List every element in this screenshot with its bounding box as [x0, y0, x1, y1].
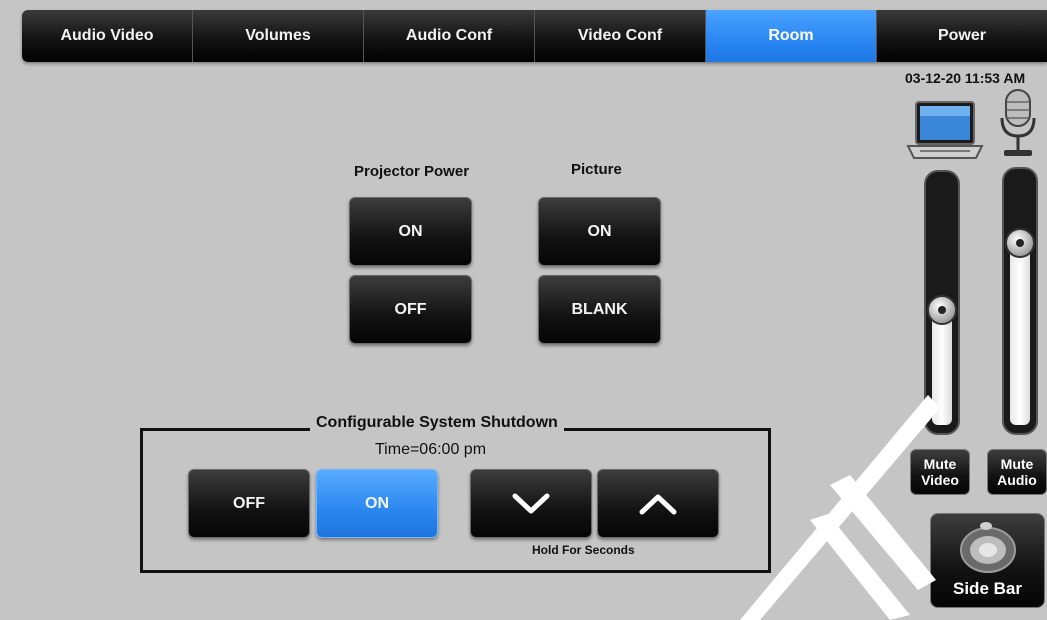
- chevron-down-icon: [512, 493, 550, 513]
- datetime-display: 03-12-20 11:53 AM: [905, 70, 1026, 86]
- projector-off-button[interactable]: OFF: [349, 275, 472, 344]
- projector-on-button[interactable]: ON: [349, 197, 472, 266]
- tab-volumes[interactable]: Volumes: [193, 10, 364, 62]
- chevron-up-icon: [639, 494, 677, 514]
- tab-audio-video[interactable]: Audio Video: [22, 10, 193, 62]
- laptop-icon: [906, 101, 984, 159]
- picture-on-button[interactable]: ON: [538, 197, 661, 266]
- tab-power[interactable]: Power: [877, 10, 1047, 62]
- shutdown-on-button[interactable]: ON: [316, 469, 438, 538]
- picture-blank-button[interactable]: BLANK: [538, 275, 661, 344]
- tab-video-conf[interactable]: Video Conf: [535, 10, 706, 62]
- audio-fader-fill: [1010, 241, 1030, 425]
- shutdown-time: Time=06:00 pm: [375, 441, 487, 458]
- side-bar-button[interactable]: Side Bar: [930, 513, 1045, 608]
- side-bar-label: Side Bar: [953, 579, 1022, 598]
- picture-label: Picture: [571, 161, 622, 178]
- shutdown-off-button[interactable]: OFF: [188, 469, 310, 538]
- time-down-button[interactable]: [470, 469, 592, 538]
- shutdown-title: Configurable System Shutdown: [310, 414, 564, 432]
- tab-audio-conf[interactable]: Audio Conf: [364, 10, 535, 62]
- mute-audio-button[interactable]: Mute Audio: [987, 449, 1047, 495]
- microphone-icon: [1000, 89, 1036, 156]
- video-fader-knob[interactable]: [927, 295, 957, 325]
- video-fader-fill: [932, 308, 952, 425]
- audio-fader-track[interactable]: [1002, 167, 1038, 435]
- tab-room[interactable]: Room: [706, 10, 877, 62]
- hold-for-seconds-label: Hold For Seconds: [532, 543, 635, 557]
- audio-fader-knob[interactable]: [1005, 228, 1035, 258]
- time-up-button[interactable]: [597, 469, 719, 538]
- mute-video-button[interactable]: Mute Video: [910, 449, 970, 495]
- projector-power-label: Projector Power: [354, 163, 470, 180]
- sidebar-speaker-icon: [960, 522, 1016, 573]
- top-tab-bar: Audio Video Volumes Audio Conf Video Con…: [22, 10, 1047, 62]
